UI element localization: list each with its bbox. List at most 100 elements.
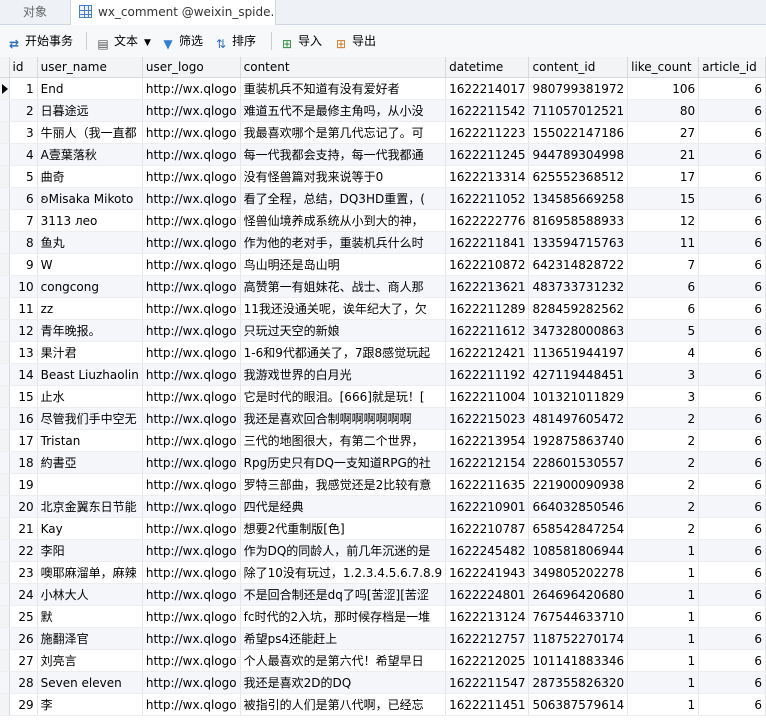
table-row[interactable]: 8 鱼丸 http://wx.qlogo 作为他的老对手，重装机兵什么时 1622211…: [0, 231, 766, 254]
table-row[interactable]: 19 http://wx.qlogo 罗特三部曲，我感觉还是2比较有意 1622211…: [0, 473, 766, 496]
cell-article-id[interactable]: 6: [698, 561, 766, 584]
cell-content-id[interactable]: 658542847254: [528, 517, 629, 540]
cell-like-count[interactable]: 21: [627, 143, 700, 166]
cell-datetime[interactable]: 1622222776: [445, 209, 530, 232]
cell-content[interactable]: 除了10没有玩过，1.2.3.4.5.6.7.8.9: [240, 561, 447, 584]
cell-like-count[interactable]: 1: [627, 605, 700, 628]
cell-content[interactable]: 我游戏世界的白月光: [240, 363, 447, 386]
row-selector[interactable]: [0, 671, 10, 694]
cell-datetime[interactable]: 1622211192: [445, 363, 530, 386]
cell-content-id[interactable]: 483733731232: [528, 275, 629, 298]
cell-user-logo[interactable]: http://wx.qlogo: [142, 275, 241, 298]
begin-transaction-button[interactable]: ⇄ 开始事务: [6, 31, 73, 51]
cell-user-logo[interactable]: http://wx.qlogo: [142, 649, 241, 672]
cell-like-count[interactable]: 12: [627, 209, 700, 232]
cell-content[interactable]: 想要2代重制版[色]: [240, 517, 447, 540]
cell-article-id[interactable]: 6: [698, 121, 766, 144]
cell-user-name[interactable]: 鱼丸: [37, 231, 143, 254]
cell-content-id[interactable]: 133594715763: [528, 231, 629, 254]
cell-content[interactable]: 鸟山明还是岛山明: [240, 253, 447, 276]
cell-like-count[interactable]: 6: [627, 275, 700, 298]
cell-user-logo[interactable]: http://wx.qlogo: [142, 627, 241, 650]
cell-article-id[interactable]: 6: [698, 385, 766, 408]
cell-content-id[interactable]: 264696420680: [528, 583, 629, 606]
cell-datetime[interactable]: 1622245482: [445, 539, 530, 562]
row-selector[interactable]: [0, 583, 10, 606]
cell-id[interactable]: 12: [9, 319, 38, 342]
table-row[interactable]: 4 A壹葉落秋 http://wx.qlogo 每一代我都会支持，每一代我都通 1622…: [0, 143, 766, 166]
table-row[interactable]: 18 約書亞 http://wx.qlogo Rpg历史只有DQ一支知道RPG的社 16…: [0, 451, 766, 474]
row-selector[interactable]: [0, 407, 10, 430]
cell-like-count[interactable]: 15: [627, 187, 700, 210]
cell-user-logo[interactable]: http://wx.qlogo: [142, 473, 241, 496]
table-row[interactable]: 5 曲奇 http://wx.qlogo 没有怪兽篇对我来说等于0 1622213314…: [0, 165, 766, 188]
cell-content-id[interactable]: 980799381972: [528, 77, 629, 100]
row-selector[interactable]: [0, 495, 10, 518]
cell-article-id[interactable]: 6: [698, 165, 766, 188]
cell-content[interactable]: 三代的地图很大，有第二个世界，: [240, 429, 447, 452]
table-row[interactable]: 29 李 http://wx.qlogo 被指引的人们是第八代啊，已经忘 1622211…: [0, 693, 766, 716]
cell-id[interactable]: 29: [9, 693, 38, 716]
cell-content[interactable]: 被指引的人们是第八代啊，已经忘: [240, 693, 447, 716]
cell-datetime[interactable]: 1622211612: [445, 319, 530, 342]
table-row[interactable]: 13 果汁君 http://wx.qlogo 1-6和9代都通关了，7跟8感觉玩起 16…: [0, 341, 766, 364]
cell-user-logo[interactable]: http://wx.qlogo: [142, 209, 241, 232]
table-row[interactable]: 16 尽管我们手中空无 http://wx.qlogo 我还是喜欢回合制啊啊啊啊啊啊 1…: [0, 407, 766, 430]
cell-user-logo[interactable]: http://wx.qlogo: [142, 429, 241, 452]
cell-id[interactable]: 21: [9, 517, 38, 540]
cell-content-id[interactable]: 113651944197: [528, 341, 629, 364]
row-selector[interactable]: [0, 187, 10, 210]
cell-content-id[interactable]: 767544633710: [528, 605, 629, 628]
cell-user-logo[interactable]: http://wx.qlogo: [142, 385, 241, 408]
cell-datetime[interactable]: 1622211004: [445, 385, 530, 408]
row-selector[interactable]: [0, 649, 10, 672]
cell-content[interactable]: 作为他的老对手，重装机兵什么时: [240, 231, 447, 254]
cell-like-count[interactable]: 1: [627, 539, 700, 562]
cell-content-id[interactable]: 287355826320: [528, 671, 629, 694]
cell-id[interactable]: 9: [9, 253, 38, 276]
cell-datetime[interactable]: 1622212421: [445, 341, 530, 364]
cell-id[interactable]: 1: [9, 77, 38, 100]
row-selector[interactable]: [0, 693, 10, 716]
cell-like-count[interactable]: 27: [627, 121, 700, 144]
cell-user-name[interactable]: 李阳: [37, 539, 143, 562]
cell-like-count[interactable]: 2: [627, 429, 700, 452]
cell-datetime[interactable]: 1622215023: [445, 407, 530, 430]
cell-like-count[interactable]: 106: [627, 77, 700, 100]
cell-article-id[interactable]: 6: [698, 407, 766, 430]
cell-user-logo[interactable]: http://wx.qlogo: [142, 583, 241, 606]
cell-user-name[interactable]: A壹葉落秋: [37, 143, 143, 166]
cell-datetime[interactable]: 1622213124: [445, 605, 530, 628]
column-header-id[interactable]: id: [9, 57, 38, 78]
cell-datetime[interactable]: 1622211547: [445, 671, 530, 694]
table-row[interactable]: 9 Whttp://wx.qlogo 鸟山明还是岛山明 1622210872 64231…: [0, 253, 766, 276]
row-selector[interactable]: [0, 77, 10, 100]
column-header-content[interactable]: content: [240, 57, 447, 78]
cell-user-logo[interactable]: http://wx.qlogo: [142, 231, 241, 254]
cell-user-name[interactable]: zz: [37, 297, 143, 320]
cell-content[interactable]: 只玩过天空的新娘: [240, 319, 447, 342]
cell-like-count[interactable]: 2: [627, 451, 700, 474]
cell-user-logo[interactable]: http://wx.qlogo: [142, 121, 241, 144]
cell-user-logo[interactable]: http://wx.qlogo: [142, 187, 241, 210]
cell-content-id[interactable]: 625552368512: [528, 165, 629, 188]
table-row[interactable]: 11 zz http://wx.qlogo 11我还没通关呢，诶年纪大了，欠 16222…: [0, 297, 766, 320]
cell-content[interactable]: 难道五代不是最修主角吗，从小没: [240, 99, 447, 122]
cell-content-id[interactable]: 828459282562: [528, 297, 629, 320]
cell-user-name[interactable]: 北京金翼东日节能: [37, 495, 143, 518]
cell-like-count[interactable]: 1: [627, 583, 700, 606]
text-button[interactable]: ▤ 文本 ▼: [95, 31, 151, 51]
cell-id[interactable]: 2: [9, 99, 38, 122]
cell-like-count[interactable]: 5: [627, 319, 700, 342]
cell-content[interactable]: 怪兽仙境养成系统从小到大的神，: [240, 209, 447, 232]
table-row[interactable]: 23 噢耶麻溜单，麻辣 http://wx.qlogo 除了10没有玩过，1.2.3.…: [0, 561, 766, 584]
cell-content-id[interactable]: 349805202278: [528, 561, 629, 584]
cell-content-id[interactable]: 101321011829: [528, 385, 629, 408]
cell-content-id[interactable]: 711057012521: [528, 99, 629, 122]
cell-content-id[interactable]: 221900090938: [528, 473, 629, 496]
cell-user-name[interactable]: 尽管我们手中空无: [37, 407, 143, 430]
cell-datetime[interactable]: 1622213621: [445, 275, 530, 298]
cell-id[interactable]: 22: [9, 539, 38, 562]
row-selector[interactable]: [0, 143, 10, 166]
cell-user-logo[interactable]: http://wx.qlogo: [142, 539, 241, 562]
